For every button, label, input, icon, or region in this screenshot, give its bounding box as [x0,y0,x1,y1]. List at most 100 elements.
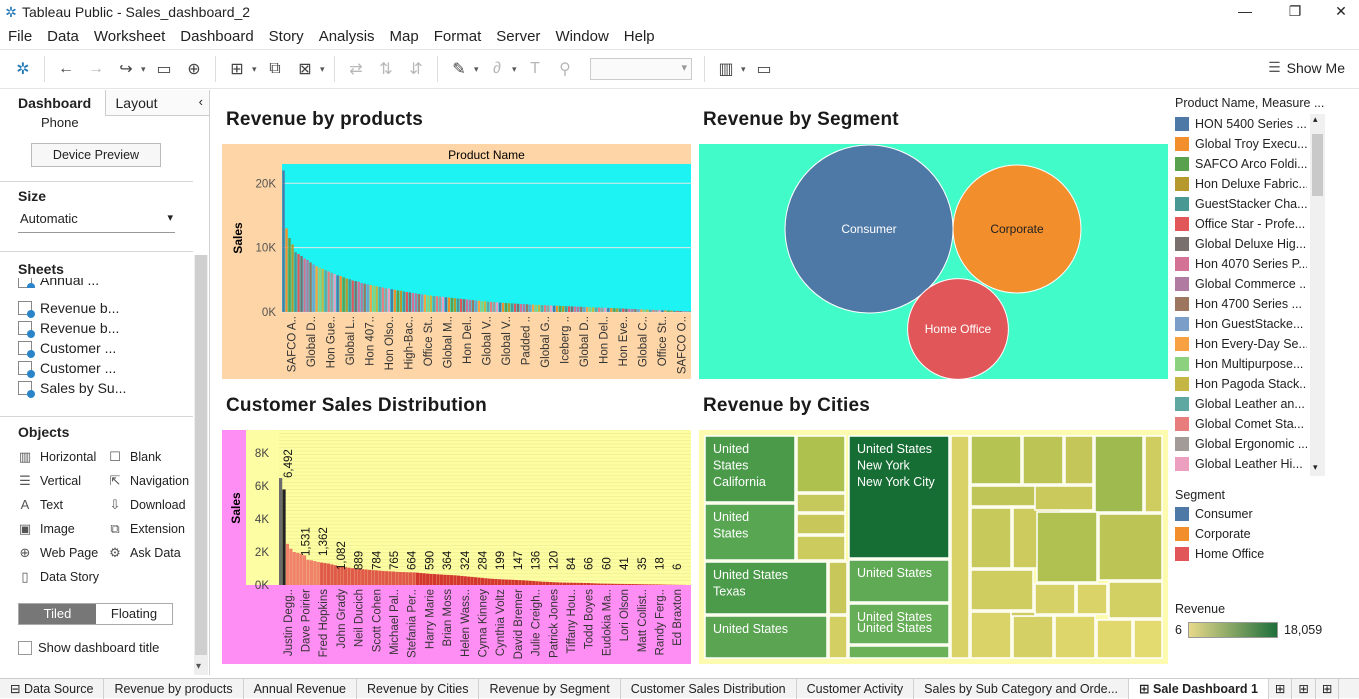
object-web-page[interactable]: ⊕Web Page [18,545,98,561]
show-title-option[interactable]: Show dashboard title [18,640,159,655]
revenue-by-cities-chart[interactable]: UnitedStatesCaliforniaUnitedStatesUnited… [699,430,1168,664]
object-image[interactable]: ▣Image [18,521,75,537]
legend-item[interactable]: Hon Deluxe Fabric... [1175,174,1307,194]
dropdown-icon[interactable]: ▾ [320,64,328,75]
show-title-checkbox[interactable] [18,641,32,655]
duplicate-icon[interactable]: ⧉ [264,58,286,80]
legend-item[interactable]: SAFCO Arco Foldi... [1175,154,1307,174]
legend-item[interactable]: Office Star - Profe... [1175,214,1307,234]
sheet-tab[interactable]: ⊞ Sale Dashboard 1 [1129,679,1269,699]
menu-map[interactable]: Map [390,28,419,45]
sheet-tab[interactable]: Customer Sales Distribution [621,679,797,699]
new-sheet-icon[interactable]: ⊞ [226,58,248,80]
legend-item[interactable]: Hon GuestStacke... [1175,314,1307,334]
legend-item[interactable]: GuestStacker Cha... [1175,194,1307,214]
new-story-icon[interactable]: ⊞ [1316,679,1339,699]
floating-button[interactable]: Floating [96,604,172,624]
redo-icon[interactable]: → [85,58,107,80]
sort-ascending-icon[interactable]: ⇅ [375,58,397,80]
menu-file[interactable]: File [8,28,32,45]
sheet-tab[interactable]: Customer Activity [797,679,915,699]
presentation-icon[interactable]: ▭ [753,58,775,80]
object-blank[interactable]: ☐Blank [108,449,161,465]
legend-item[interactable]: Global Comet Sta... [1175,414,1307,434]
dropdown-icon[interactable]: ▾ [512,64,520,75]
revenue-by-products-chart[interactable]: Product Name0K10K20KSalesSAFCO A..Global… [222,144,691,379]
minimize-icon[interactable]: — [1222,0,1268,24]
size-select[interactable]: Automatic ▾ [18,211,175,233]
scroll-up-icon[interactable]: ▴ [1313,114,1318,125]
dropdown-icon[interactable]: ▾ [474,64,482,75]
sheet-item[interactable]: Revenue b... [18,300,119,316]
pin-icon[interactable]: ⚲ [554,58,576,80]
legend-item[interactable]: Global Deluxe Hig... [1175,234,1307,254]
menu-analysis[interactable]: Analysis [319,28,375,45]
legend-item[interactable]: Hon 4070 Series P... [1175,254,1307,274]
new-datasource-icon[interactable]: ⊕ [183,58,205,80]
legend-item[interactable]: Hon Pagoda Stack... [1175,374,1307,394]
object-text[interactable]: AText [18,497,63,512]
scroll-down-icon[interactable]: ▾ [196,661,201,672]
label-icon[interactable]: T [524,58,546,80]
object-extension[interactable]: ⧉Extension [108,521,185,537]
sheet-item[interactable]: Annual ... [18,278,99,288]
fit-select[interactable] [590,58,692,80]
sheet-tab[interactable]: Sales by Sub Category and Orde... [914,679,1129,699]
sort-descending-icon[interactable]: ⇵ [405,58,427,80]
sheet-item[interactable]: Revenue b... [18,320,119,336]
left-pane-scrollbar[interactable] [194,255,208,675]
legend-item[interactable]: Hon Every-Day Se... [1175,334,1307,354]
close-icon[interactable]: ✕ [1318,0,1359,24]
tiled-button[interactable]: Tiled [19,604,96,624]
customer-sales-chart[interactable]: 0K2K4K6K8KSales6,4921,5311,3621,08288978… [222,430,691,664]
tableau-home-icon[interactable]: ✲ [12,58,34,80]
collapse-pane-icon[interactable]: ‹ [199,94,203,109]
replay-icon[interactable]: ↪ [115,58,137,80]
new-sheet-icon[interactable]: ⊞ [1269,679,1292,699]
legend-item[interactable]: Hon Multipurpose... [1175,354,1307,374]
highlight-icon[interactable]: ✎ [448,58,470,80]
scrollbar-thumb[interactable] [195,255,207,655]
show-me-button[interactable]: ☰ Show Me [1268,59,1345,76]
tab-dashboard[interactable]: Dashboard [0,90,105,116]
legend-item[interactable]: Hon 4700 Series ... [1175,294,1307,314]
sheet-item[interactable]: Customer ... [18,360,116,376]
sheet-tab[interactable]: Revenue by Segment [479,679,620,699]
dropdown-icon[interactable]: ▾ [141,64,149,75]
object-navigation[interactable]: ⇱Navigation [108,473,189,489]
legend-item[interactable]: Global Leather an... [1175,394,1307,414]
legend-item[interactable]: Global Leather Hi... [1175,454,1307,474]
tab-layout[interactable]: Layout [105,90,209,116]
menu-server[interactable]: Server [496,28,540,45]
scroll-down-icon[interactable]: ▾ [1313,462,1318,473]
menu-window[interactable]: Window [555,28,608,45]
undo-icon[interactable]: ← [55,58,77,80]
legend-item[interactable]: Global Ergonomic ... [1175,434,1307,454]
object-horizontal[interactable]: ▥Horizontal [18,449,96,465]
menu-worksheet[interactable]: Worksheet [94,28,165,45]
sheet-item[interactable]: Customer ... [18,340,116,356]
menu-help[interactable]: Help [624,28,655,45]
object-download[interactable]: ⇩Download [108,497,186,513]
sheet-tab[interactable]: Revenue by Cities [357,679,479,699]
menu-dashboard[interactable]: Dashboard [180,28,253,45]
object-ask-data[interactable]: ⚙Ask Data [108,545,181,561]
segment-legend-item[interactable]: Consumer [1175,504,1350,524]
legend-item[interactable]: Global Troy Execu... [1175,134,1307,154]
menu-data[interactable]: Data [47,28,79,45]
object-data-story[interactable]: ▯Data Story [18,569,99,585]
segment-legend-item[interactable]: Home Office [1175,544,1350,564]
sheet-tab[interactable]: Revenue by products [104,679,243,699]
legend-item[interactable]: HON 5400 Series ... [1175,114,1307,134]
legend-item[interactable]: Global Commerce ... [1175,274,1307,294]
menu-story[interactable]: Story [269,28,304,45]
show-cards-icon[interactable]: ▥ [715,58,737,80]
device-preview-button[interactable]: Device Preview [31,143,161,167]
tab-data-source[interactable]: ⊟ Data Source [0,679,104,699]
object-vertical[interactable]: ☰Vertical [18,473,81,489]
dropdown-icon[interactable]: ▾ [741,64,749,75]
dropdown-icon[interactable]: ▾ [252,64,260,75]
save-icon[interactable]: ▭ [153,58,175,80]
attach-icon[interactable]: ∂ [486,58,508,80]
swap-icon[interactable]: ⇄ [345,58,367,80]
